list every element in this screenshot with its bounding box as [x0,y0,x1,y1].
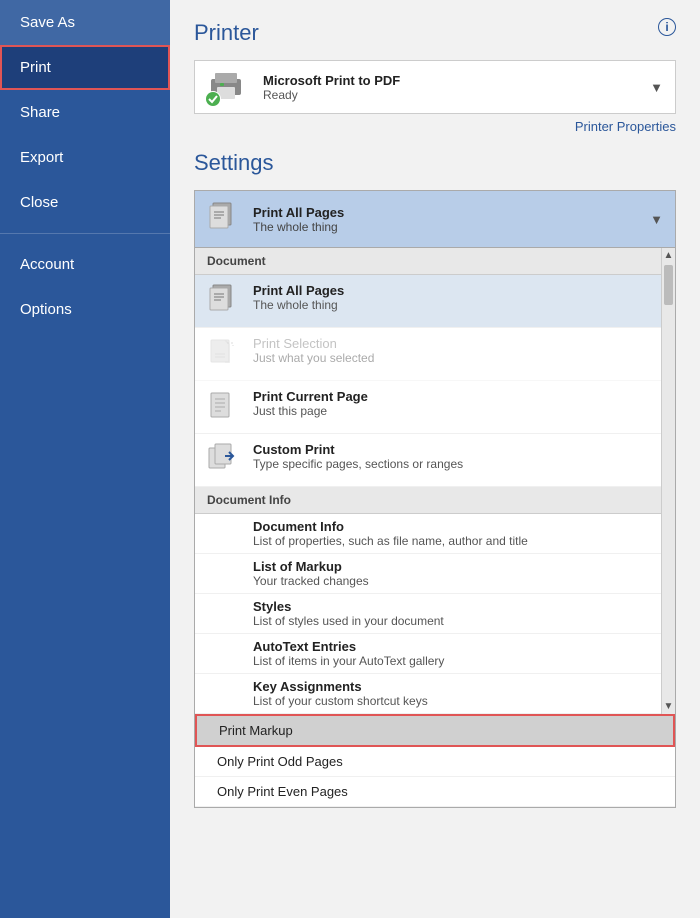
sidebar-item-account[interactable]: Account [0,242,170,287]
sidebar-label-share: Share [20,104,60,121]
sidebar-item-options[interactable]: Options [0,287,170,332]
settings-dropdown-text: Print All Pages The whole thing [253,205,642,234]
plain-item-even-pages[interactable]: Only Print Even Pages [195,777,675,807]
odd-pages-label: Only Print Odd Pages [217,754,343,769]
dropdown-item-doc-info[interactable]: Document Info List of properties, such a… [195,514,675,554]
printer-check-icon [205,91,221,107]
scrollbar[interactable]: ▲ ▼ [661,248,675,714]
sidebar-item-print[interactable]: Print [0,45,170,90]
even-pages-label: Only Print Even Pages [217,784,348,799]
sidebar-item-export[interactable]: Export [0,135,170,180]
dropdown-item-list-markup[interactable]: List of Markup Your tracked changes [195,554,675,594]
sidebar-item-save-as[interactable]: Save As [0,0,170,45]
custom-print-main: Custom Print [253,442,663,457]
print-all-text: Print All Pages The whole thing [253,283,663,312]
print-all-icon [207,283,243,319]
printer-icon-wrap [207,69,251,105]
dropdown-item-print-current[interactable]: Print Current Page Just this page [195,381,675,434]
printer-dropdown-arrow[interactable]: ▼ [650,80,663,95]
sidebar-label-account: Account [20,256,74,273]
sidebar: Save As Print Share Export Close Account… [0,0,170,918]
scroll-down-arrow[interactable]: ▼ [662,699,675,714]
print-current-icon [207,389,243,425]
list-markup-main: List of Markup [253,559,663,574]
sidebar-label-save-as: Save As [20,14,75,31]
dropdown-panel: Document Print All Pages The whole thing [194,248,676,808]
settings-dropdown-sub: The whole thing [253,220,642,234]
document-section-header: Document [195,248,675,275]
main-content: i Printer Microsoft Print to PDF Ready ▼ [170,0,700,918]
printer-section-title: Printer [194,20,676,46]
styles-main: Styles [253,599,663,614]
print-all-pages-icon [207,201,243,237]
dropdown-item-key-assignments[interactable]: Key Assignments List of your custom shor… [195,674,675,714]
print-markup-label: Print Markup [219,723,293,738]
print-all-main: Print All Pages [253,283,663,298]
sidebar-item-share[interactable]: Share [0,90,170,135]
list-markup-sub: Your tracked changes [253,574,663,588]
doc-info-sub: List of properties, such as file name, a… [253,534,663,548]
doc-info-main: Document Info [253,519,663,534]
printer-name: Microsoft Print to PDF [263,73,642,88]
autotext-sub: List of items in your AutoText gallery [253,654,663,668]
sidebar-label-export: Export [20,149,63,166]
custom-print-icon [207,442,243,478]
printer-status: Ready [263,88,642,102]
plain-item-odd-pages[interactable]: Only Print Odd Pages [195,747,675,777]
print-current-main: Print Current Page [253,389,663,404]
styles-sub: List of styles used in your document [253,614,663,628]
sidebar-label-print: Print [20,59,51,76]
key-assignments-main: Key Assignments [253,679,663,694]
settings-dropdown-main: Print All Pages [253,205,642,220]
print-selection-icon [207,336,243,372]
sidebar-label-options: Options [20,301,72,318]
print-current-sub: Just this page [253,404,663,418]
info-icon[interactable]: i [658,18,676,36]
custom-print-text: Custom Print Type specific pages, sectio… [253,442,663,471]
dropdown-item-styles[interactable]: Styles List of styles used in your docum… [195,594,675,634]
scroll-up-arrow[interactable]: ▲ [662,248,675,263]
settings-dropdown[interactable]: Print All Pages The whole thing ▼ [194,190,676,248]
printer-info: Microsoft Print to PDF Ready [263,73,642,102]
sidebar-divider [0,233,170,234]
settings-dropdown-arrow[interactable]: ▼ [650,212,663,227]
settings-section-title: Settings [194,150,676,176]
dropdown-item-print-selection: Print Selection Just what you selected [195,328,675,381]
document-info-section-header: Document Info [195,487,675,514]
sidebar-item-close[interactable]: Close [0,180,170,225]
print-selection-sub: Just what you selected [253,351,663,365]
sidebar-label-close: Close [20,194,58,211]
print-selection-main: Print Selection [253,336,663,351]
print-selection-text: Print Selection Just what you selected [253,336,663,365]
dropdown-item-print-all[interactable]: Print All Pages The whole thing [195,275,675,328]
print-all-sub: The whole thing [253,298,663,312]
scroll-thumb[interactable] [664,265,673,305]
plain-item-print-markup[interactable]: Print Markup [195,714,675,747]
printer-properties-link[interactable]: Printer Properties [575,119,676,134]
custom-print-sub: Type specific pages, sections or ranges [253,457,663,471]
autotext-main: AutoText Entries [253,639,663,654]
dropdown-item-custom-print[interactable]: Custom Print Type specific pages, sectio… [195,434,675,487]
key-assignments-sub: List of your custom shortcut keys [253,694,663,708]
print-current-text: Print Current Page Just this page [253,389,663,418]
dropdown-item-autotext[interactable]: AutoText Entries List of items in your A… [195,634,675,674]
printer-row[interactable]: Microsoft Print to PDF Ready ▼ [194,60,676,114]
dropdown-scroll-wrap: Document Print All Pages The whole thing [195,248,675,714]
